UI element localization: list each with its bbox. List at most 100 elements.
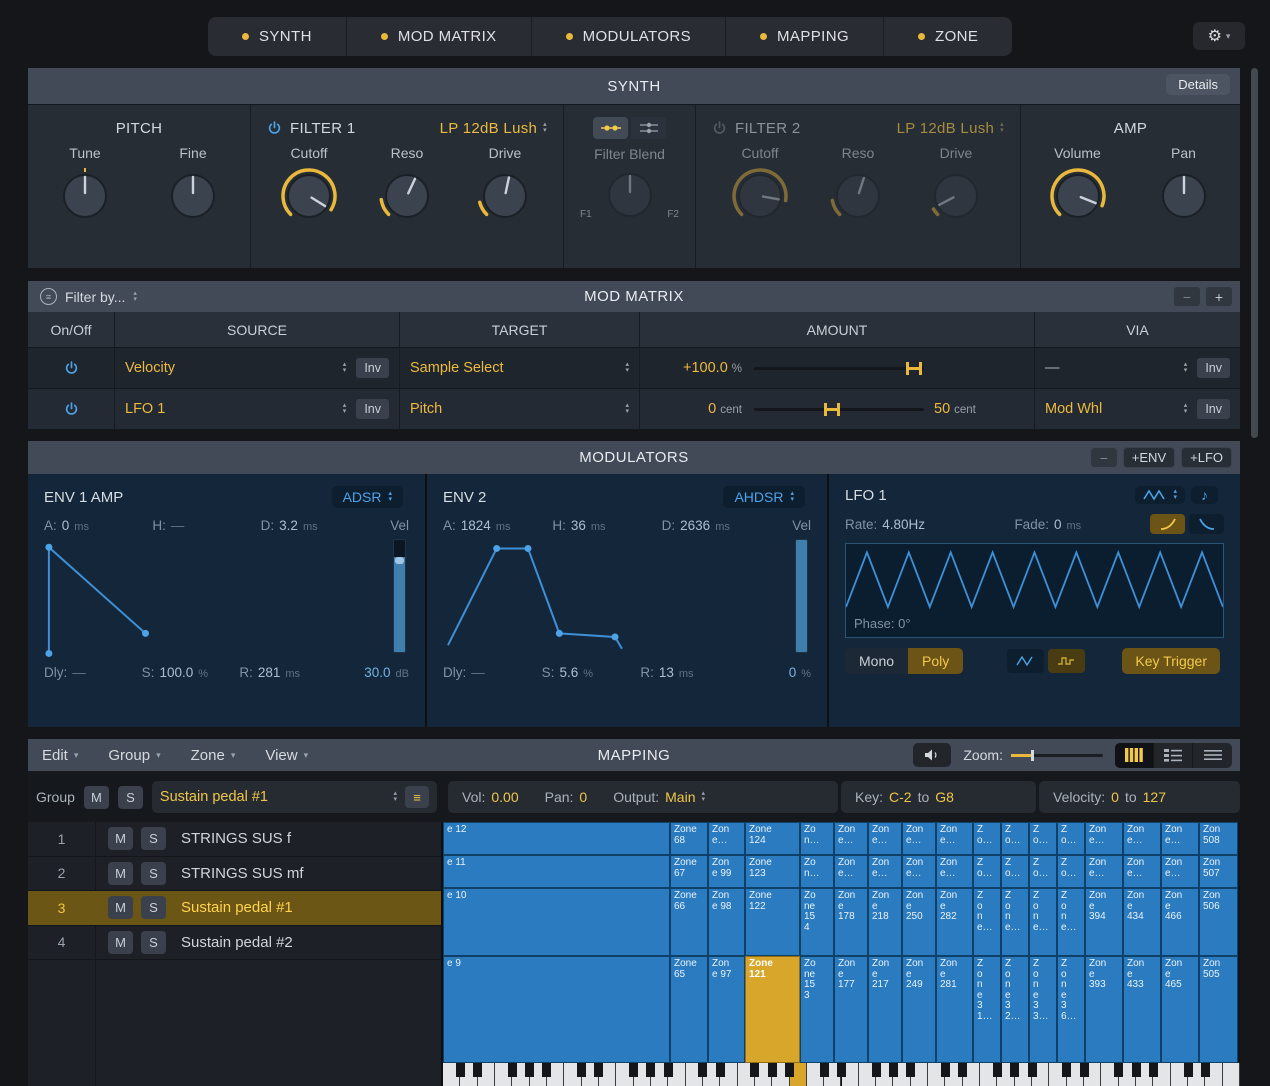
piano-black-key[interactable] [820, 1063, 829, 1077]
zone[interactable]: Zone218 [868, 888, 902, 956]
view-zone-button[interactable] [1193, 743, 1232, 768]
piano-black-key[interactable] [1201, 1063, 1210, 1077]
zone[interactable]: Zone… [834, 822, 868, 855]
zone[interactable]: Zon… [800, 822, 834, 855]
zone[interactable]: Zone… [1001, 888, 1029, 956]
zone[interactable]: Zone32… [1001, 956, 1029, 1063]
piano-black-key[interactable] [750, 1063, 759, 1077]
env2-attack[interactable]: A:1824ms [443, 518, 552, 533]
row-mute-button[interactable]: M [108, 827, 133, 850]
via-invert-button[interactable]: Inv [1197, 358, 1230, 378]
piano-black-key[interactable] [1149, 1063, 1158, 1077]
env1-hold[interactable]: H:— [152, 518, 260, 533]
piano-black-key[interactable] [525, 1063, 534, 1077]
zone[interactable]: Zone… [834, 855, 868, 888]
filter1-cutoff-knob[interactable]: Cutoff [273, 145, 345, 225]
zone[interactable]: Zone… [973, 888, 1001, 956]
zoom-slider[interactable] [1011, 754, 1103, 757]
env2-hold[interactable]: H:36ms [552, 518, 661, 533]
piano-key[interactable] [1223, 1063, 1240, 1086]
nav-tab-synth[interactable]: SYNTH [208, 17, 347, 56]
env1-decay[interactable]: D:3.2ms [261, 518, 369, 533]
zone[interactable]: Zone… [1123, 855, 1161, 888]
group-solo-button[interactable]: S [118, 786, 143, 809]
zone[interactable]: Zone68 [670, 822, 708, 855]
zone[interactable]: Zo… [1057, 822, 1085, 855]
via-invert-button[interactable]: Inv [1197, 399, 1230, 419]
lfo-sync-button[interactable]: ♪ [1191, 486, 1218, 504]
add-modulation-button[interactable]: + [1206, 287, 1232, 306]
group-menu-button[interactable]: ≡ [405, 786, 429, 808]
amount-slider-handle[interactable] [906, 362, 922, 375]
zone[interactable]: Zone178 [834, 888, 868, 956]
zone[interactable]: Zone33… [1029, 956, 1057, 1063]
zone[interactable]: Zone249 [902, 956, 936, 1063]
zone[interactable]: Zo… [1029, 822, 1057, 855]
zone[interactable]: Zo… [1029, 855, 1057, 888]
group-row[interactable]: 4MSSustain pedal #2 [28, 926, 441, 961]
filter-routing-series-button[interactable] [593, 117, 628, 139]
env2-delay[interactable]: Dly:— [443, 665, 542, 680]
env1-vel-amount[interactable]: 30.0dB [337, 665, 409, 680]
filter-by-dropdown[interactable]: ≡ Filter by... ▴▾ [40, 288, 137, 305]
vol-value[interactable]: 0.00 [491, 789, 518, 805]
key-trigger-button[interactable]: Key Trigger [1122, 648, 1220, 674]
piano-black-key[interactable] [785, 1063, 794, 1077]
mono-button[interactable]: Mono [845, 648, 908, 674]
zone[interactable]: Zone67 [670, 855, 708, 888]
menu-edit[interactable]: Edit▾ [42, 747, 78, 764]
row-mute-button[interactable]: M [108, 896, 133, 919]
nav-tab-mod-matrix[interactable]: MOD MATRIX [347, 17, 532, 56]
amount-value[interactable]: +100.0% [650, 360, 742, 376]
zoom-handle[interactable] [1031, 750, 1034, 761]
piano-black-key[interactable] [993, 1063, 1002, 1077]
volume-knob[interactable]: Volume [1042, 145, 1114, 225]
tune-knob[interactable]: Tune [49, 145, 121, 225]
zone[interactable]: Zo… [1001, 855, 1029, 888]
remove-modulator-button[interactable]: − [1091, 448, 1117, 467]
view-group-button[interactable] [1154, 743, 1193, 768]
env1-delay[interactable]: Dly:— [44, 665, 142, 680]
env1-attack[interactable]: A:0ms [44, 518, 152, 533]
zone[interactable]: Zone… [1161, 822, 1199, 855]
zone[interactable]: Zone177 [834, 956, 868, 1063]
filter2-type-select[interactable]: LP 12dB Lush ▴▾ [897, 120, 1004, 137]
zone[interactable]: Zon508 [1199, 822, 1238, 855]
lfo-waveform-select[interactable]: ▴▾ [1135, 486, 1185, 504]
row-solo-button[interactable]: S [141, 931, 166, 954]
zone[interactable]: Zone… [902, 822, 936, 855]
zone[interactable]: Zone… [868, 822, 902, 855]
zone[interactable]: Zone… [1161, 855, 1199, 888]
add-lfo-button[interactable]: +LFO [1181, 447, 1232, 468]
zone[interactable]: Zone154 [800, 888, 834, 956]
view-keyboard-button[interactable] [1115, 743, 1154, 768]
zone[interactable]: Zone 97 [708, 956, 745, 1063]
output-value[interactable]: Main [665, 789, 695, 805]
velocity-slider-handle[interactable] [395, 557, 404, 564]
zone[interactable]: Zone65 [670, 956, 708, 1063]
filter-routing-parallel-button[interactable] [631, 117, 666, 139]
env1-curve[interactable] [42, 539, 387, 657]
group-row[interactable]: 2MSSTRINGS SUS mf [28, 857, 441, 892]
piano-black-key[interactable] [456, 1063, 465, 1077]
env1-release[interactable]: R:281ms [239, 665, 337, 680]
add-env-button[interactable]: +ENV [1123, 447, 1175, 468]
piano-black-key[interactable] [698, 1063, 707, 1077]
zone[interactable]: Zone… [936, 822, 973, 855]
zone[interactable]: Zone124 [745, 822, 800, 855]
menu-view[interactable]: View▾ [265, 747, 308, 764]
zone[interactable]: Zone… [1029, 888, 1057, 956]
amount-slider[interactable] [754, 408, 924, 411]
zone[interactable]: Zon505 [1199, 956, 1238, 1063]
env2-decay[interactable]: D:2636ms [662, 518, 771, 533]
piano-black-key[interactable] [542, 1063, 551, 1077]
nav-tab-modulators[interactable]: MODULATORS [532, 17, 726, 56]
lfo-shape-random-button[interactable] [1048, 649, 1085, 673]
details-button[interactable]: Details [1166, 74, 1230, 95]
env2-vel-slider[interactable] [795, 539, 808, 653]
env2-mode-select[interactable]: AHDSR ▴▾ [723, 486, 805, 508]
zone[interactable]: e 11 [443, 855, 670, 888]
piano-black-key[interactable] [1184, 1063, 1193, 1077]
plugin-settings-button[interactable]: ⚙ ▾ [1193, 22, 1245, 50]
row-solo-button[interactable]: S [141, 862, 166, 885]
